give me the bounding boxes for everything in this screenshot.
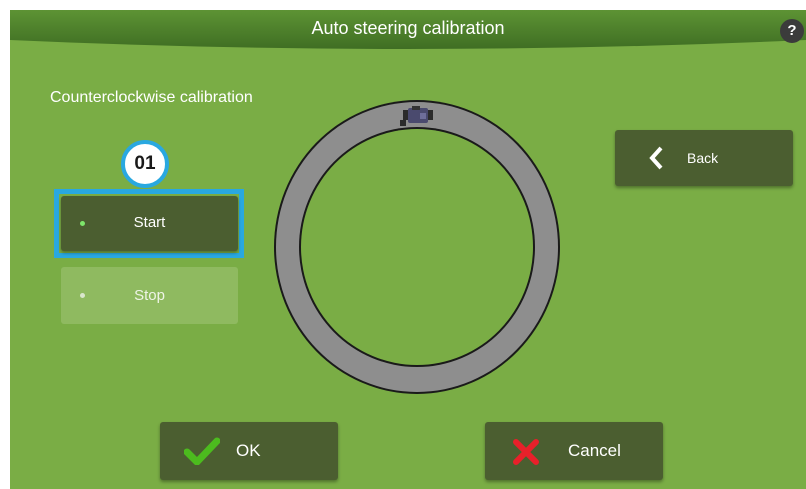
ok-button-label: OK <box>236 441 261 460</box>
cancel-button-label: Cancel <box>568 441 621 460</box>
start-button[interactable]: Start <box>61 196 238 251</box>
title-bar: Auto steering calibration ? <box>10 10 806 56</box>
window-title: Auto steering calibration <box>311 18 505 38</box>
chevron-left-icon <box>649 146 663 170</box>
calibration-heading: Counterclockwise calibration <box>50 89 253 106</box>
step-badge: 01 <box>121 140 169 188</box>
stop-button[interactable]: Stop <box>61 267 238 324</box>
calibration-track <box>274 100 560 394</box>
stop-button-label: Stop <box>134 287 165 304</box>
help-button[interactable]: ? <box>780 19 804 43</box>
x-cross-icon <box>513 439 539 465</box>
back-button-label: Back <box>687 150 719 166</box>
start-button-label: Start <box>133 214 166 231</box>
calibration-screen: Auto steering calibration ? Counterclock… <box>10 10 806 489</box>
cancel-button[interactable]: Cancel <box>485 422 663 480</box>
back-button[interactable]: Back <box>615 130 793 186</box>
ok-button[interactable]: OK <box>160 422 338 480</box>
checkmark-icon <box>184 437 220 465</box>
question-icon: ? <box>787 22 797 39</box>
